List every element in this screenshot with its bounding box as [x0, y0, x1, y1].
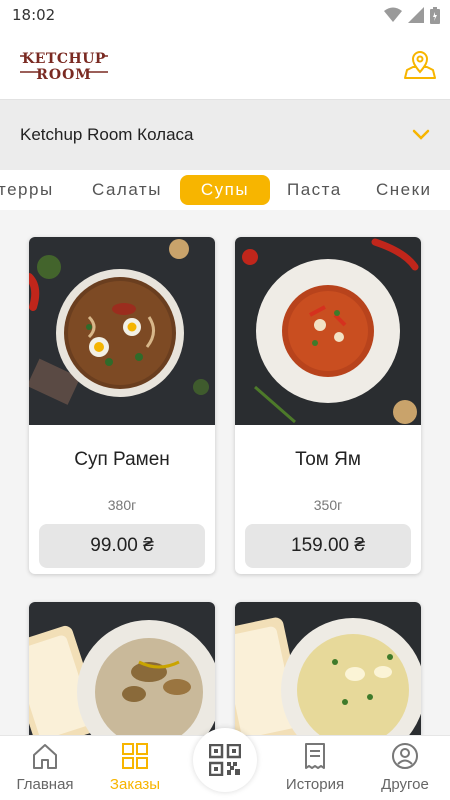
wifi-icon [384, 7, 402, 22]
product-card-ramen[interactable]: Суп Рамен 380г 99.00 ₴ [29, 237, 215, 574]
restaurant-name: Ketchup Room Коласа [20, 125, 194, 144]
product-image-ramen [29, 237, 215, 425]
product-card-4[interactable] [235, 602, 421, 735]
product-image-broth [235, 602, 421, 735]
tab-soups[interactable]: Супы [180, 175, 270, 205]
chevron-down-icon [412, 129, 430, 140]
nav-history-label: История [285, 776, 345, 793]
home-icon [33, 744, 57, 769]
status-bar: 18:02 [0, 0, 450, 30]
product-card-3[interactable] [29, 602, 215, 735]
grid-icon [122, 743, 148, 769]
app-header: KETCHUP ROOM [0, 30, 450, 100]
product-name: Том Ям [295, 449, 361, 470]
status-time: 18:02 [12, 6, 56, 24]
ketchup-room-logo[interactable]: KETCHUP ROOM [18, 48, 110, 82]
nav-orders-label: Заказы [109, 776, 161, 793]
restaurant-selector[interactable]: Ketchup Room Коласа [0, 100, 450, 170]
product-name: Суп Рамен [74, 449, 170, 470]
nav-home[interactable]: Главная [0, 736, 90, 800]
product-card-tom-yam[interactable]: Том Ям 350г 159.00 ₴ [235, 237, 421, 574]
product-image-mushroom-soup [29, 602, 215, 735]
tab-desserts[interactable]: терры [0, 175, 54, 205]
category-tabs: терры Салаты Супы Паста Снеки [0, 170, 450, 210]
status-icons [384, 6, 440, 24]
tab-pasta[interactable]: Паста [287, 175, 342, 205]
user-icon [392, 743, 418, 769]
price-button[interactable]: 159.00 ₴ [245, 524, 411, 568]
tab-snacks[interactable]: Снеки [376, 175, 432, 205]
qr-scan-button[interactable] [193, 728, 257, 792]
logo-text-line1: KETCHUP [22, 51, 106, 67]
product-weight: 380г [107, 497, 137, 513]
logo-text-line2: ROOM [36, 67, 92, 82]
nav-other-label: Другое [381, 776, 429, 793]
nav-home-label: Главная [16, 776, 74, 793]
nav-history[interactable]: История [270, 736, 360, 800]
product-image-tom-yam [235, 237, 421, 425]
map-location-icon[interactable] [404, 50, 436, 80]
price-button[interactable]: 99.00 ₴ [39, 524, 205, 568]
nav-orders[interactable]: Заказы [90, 736, 180, 800]
battery-icon [430, 6, 440, 24]
tab-salads[interactable]: Салаты [92, 175, 162, 205]
product-grid: Суп Рамен 380г 99.00 ₴ Том Ям 350г 159.0… [0, 210, 450, 735]
signal-icon [408, 7, 424, 23]
receipt-icon [305, 743, 325, 769]
nav-other[interactable]: Другое [360, 736, 450, 800]
product-weight: 350г [313, 497, 343, 513]
qr-code-icon [209, 744, 241, 776]
